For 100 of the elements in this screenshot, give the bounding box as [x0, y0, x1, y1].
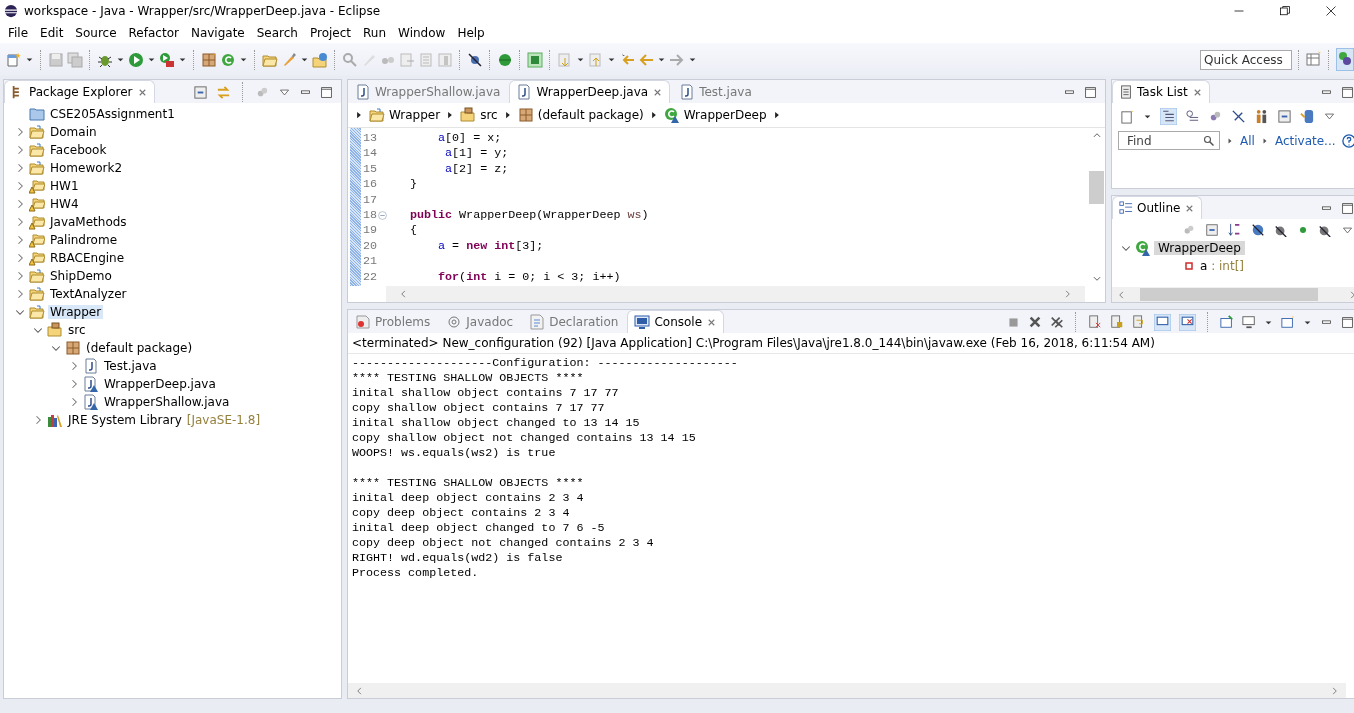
close-icon[interactable] — [1325, 5, 1337, 17]
maximize-icon[interactable] — [320, 85, 333, 99]
outline-item[interactable]: a : int[] — [1200, 259, 1245, 273]
horizontal-scrollbar[interactable] — [386, 286, 1085, 302]
breadcrumb-item[interactable]: WrapperDeep — [663, 107, 767, 123]
tree-item[interactable]: (default package) — [84, 341, 195, 355]
display-console-icon[interactable] — [1241, 315, 1256, 329]
menu-item[interactable]: Navigate — [184, 25, 251, 40]
hide-local-icon[interactable] — [1317, 223, 1332, 237]
menu-item[interactable]: Edit — [34, 25, 70, 40]
breadcrumb-item[interactable]: (default package) — [517, 107, 644, 123]
task-filter-link[interactable]: All — [1240, 133, 1255, 148]
outline-item[interactable]: WrapperDeep — [1154, 241, 1245, 255]
scroll-right-icon[interactable] — [1063, 289, 1073, 299]
maximize-icon[interactable] — [1340, 201, 1354, 215]
caret-icon[interactable] — [1143, 112, 1152, 121]
caret-icon[interactable] — [25, 55, 34, 64]
horizontal-scrollbar[interactable] — [1112, 287, 1354, 302]
tree-item[interactable]: WrapperShallow.java — [102, 395, 232, 409]
tree-item[interactable]: JavaMethods — [48, 215, 129, 229]
package-icon[interactable] — [201, 51, 217, 68]
tree-item[interactable]: src — [66, 323, 88, 337]
square-stop-icon[interactable] — [527, 51, 543, 68]
breadcrumb-item[interactable]: src — [460, 107, 498, 123]
tree-item[interactable]: Palindrome — [48, 233, 120, 247]
sort-icon[interactable] — [1227, 223, 1242, 237]
caret-icon[interactable] — [178, 55, 187, 64]
help-icon[interactable] — [1341, 133, 1354, 148]
ball-icon[interactable] — [497, 51, 513, 68]
terminate-icon[interactable] — [1006, 315, 1020, 329]
tree-item[interactable]: RBACEngine — [48, 251, 127, 265]
collapse-all-icon[interactable] — [1277, 109, 1292, 124]
menu-item[interactable]: Project — [303, 25, 358, 40]
repository-sync-icon[interactable] — [1300, 109, 1315, 124]
view-tab[interactable]: Package Explorer — [4, 80, 155, 103]
menu-item[interactable]: File — [2, 25, 35, 40]
find-field[interactable]: Find — [1118, 131, 1220, 150]
breadcrumb-item[interactable]: Wrapper — [369, 107, 441, 123]
pin-console-icon[interactable] — [1219, 315, 1234, 329]
tree-item[interactable]: Homework2 — [48, 161, 125, 175]
remove-launch-icon[interactable] — [1027, 315, 1042, 329]
tree-item[interactable]: ShipDemo — [48, 269, 114, 283]
tree-item[interactable]: JRE System Library — [66, 413, 184, 427]
view-tab[interactable]: Task List — [1112, 80, 1210, 103]
word-wrap-icon[interactable] — [1131, 315, 1146, 329]
hide-fields-icon[interactable] — [1250, 223, 1265, 237]
caret-icon[interactable] — [607, 55, 616, 64]
view-tab[interactable]: Declaration — [522, 310, 626, 333]
tree-item[interactable]: Facebook — [48, 143, 109, 157]
scroll-left-icon[interactable] — [354, 685, 364, 696]
categorized-icon[interactable] — [1160, 108, 1177, 125]
menu-item[interactable]: Refactor — [122, 25, 185, 40]
view-tab[interactable]: Problems — [348, 310, 438, 333]
view-tab[interactable]: Outline — [1112, 196, 1203, 219]
new-console-icon[interactable] — [1280, 315, 1295, 329]
caret-icon[interactable] — [657, 55, 666, 64]
crossed-link-icon[interactable] — [467, 51, 483, 68]
hide-static-icon[interactable] — [1273, 223, 1288, 237]
caret-icon[interactable] — [688, 55, 697, 64]
collapse-all-icon[interactable] — [193, 84, 208, 100]
run-toolbox-icon[interactable] — [159, 51, 175, 68]
caret-icon[interactable] — [576, 55, 585, 64]
caret-icon[interactable] — [147, 55, 156, 64]
quick-access-field[interactable]: Quick Access — [1200, 49, 1292, 70]
menu-item[interactable]: Window — [392, 25, 452, 40]
editor-tab[interactable]: WrapperDeep.java — [509, 80, 671, 103]
tree-item[interactable]: Domain — [48, 125, 99, 139]
menu-item[interactable]: Source — [69, 25, 123, 40]
menu-item[interactable]: Run — [357, 25, 393, 40]
link-arrows-icon[interactable] — [216, 84, 231, 100]
tree-item[interactable]: TextAnalyzer — [48, 287, 129, 301]
editor-tab[interactable]: WrapperShallow.java — [348, 80, 508, 103]
scheduled-icon[interactable] — [1185, 109, 1200, 124]
caret-icon[interactable] — [300, 55, 309, 64]
show-on-error-icon[interactable] — [1178, 313, 1196, 331]
scrollbar-thumb[interactable] — [1089, 170, 1104, 204]
editor-tab[interactable]: Test.java — [672, 80, 759, 103]
maximize-icon[interactable] — [1084, 85, 1097, 99]
tree-item[interactable]: Test.java — [102, 359, 159, 373]
caret-icon[interactable] — [116, 55, 125, 64]
tree-item[interactable]: HW1 — [48, 179, 81, 193]
remove-all-icon[interactable] — [1049, 315, 1064, 329]
menu-item[interactable]: Help — [451, 25, 491, 40]
scroll-left-icon[interactable] — [398, 289, 408, 299]
java-perspective-button[interactable] — [1336, 48, 1354, 71]
task-filter-link[interactable]: Activate... — [1274, 133, 1336, 148]
maximize-icon[interactable] — [1340, 315, 1354, 329]
maximize-icon[interactable] — [1340, 85, 1354, 99]
people-icon[interactable] — [1254, 109, 1269, 124]
view-tab[interactable]: Console — [627, 310, 725, 333]
scroll-left-icon[interactable] — [1116, 289, 1126, 300]
collapse-icon[interactable] — [378, 210, 387, 220]
restore-icon[interactable] — [1279, 5, 1291, 17]
tree-item[interactable]: CSE205Assignment1 — [48, 107, 177, 121]
scroll-down-icon[interactable] — [1091, 274, 1102, 284]
tree-item[interactable]: Wrapper — [48, 305, 104, 319]
clear-console-icon[interactable] — [1087, 315, 1102, 329]
new-task-icon[interactable] — [1120, 109, 1135, 124]
view-tab[interactable]: Javadoc — [439, 310, 521, 333]
caret-icon[interactable] — [239, 55, 248, 64]
